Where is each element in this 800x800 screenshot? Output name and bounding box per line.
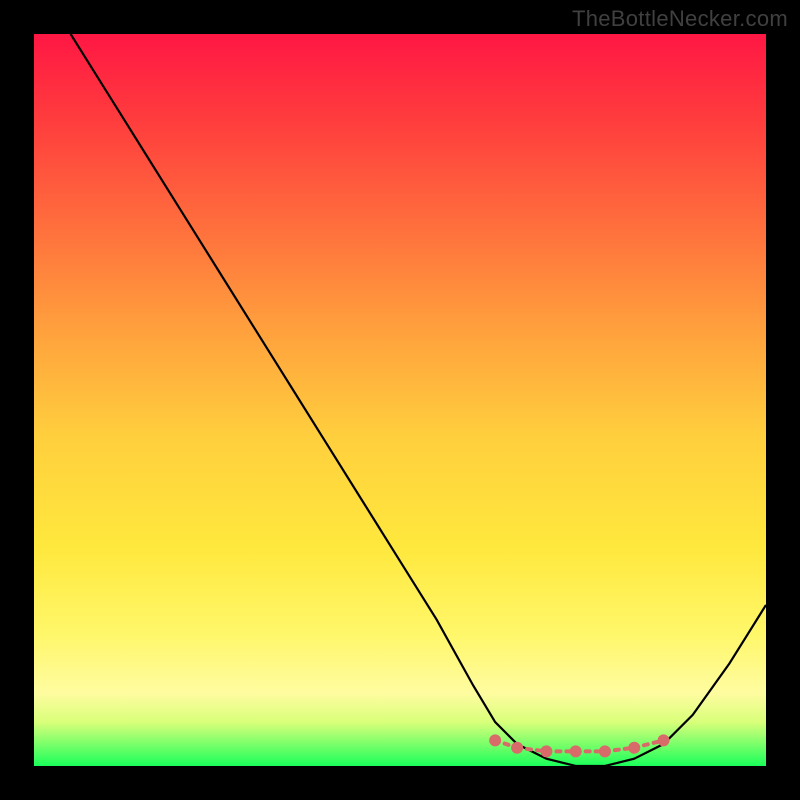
bottleneck-curve [71,34,766,766]
curve-layer [34,34,766,766]
watermark-text: TheBottleNecker.com [572,6,788,32]
plot-area [34,34,766,766]
chart-container: TheBottleNecker.com [0,0,800,800]
marker-dot [658,734,670,746]
